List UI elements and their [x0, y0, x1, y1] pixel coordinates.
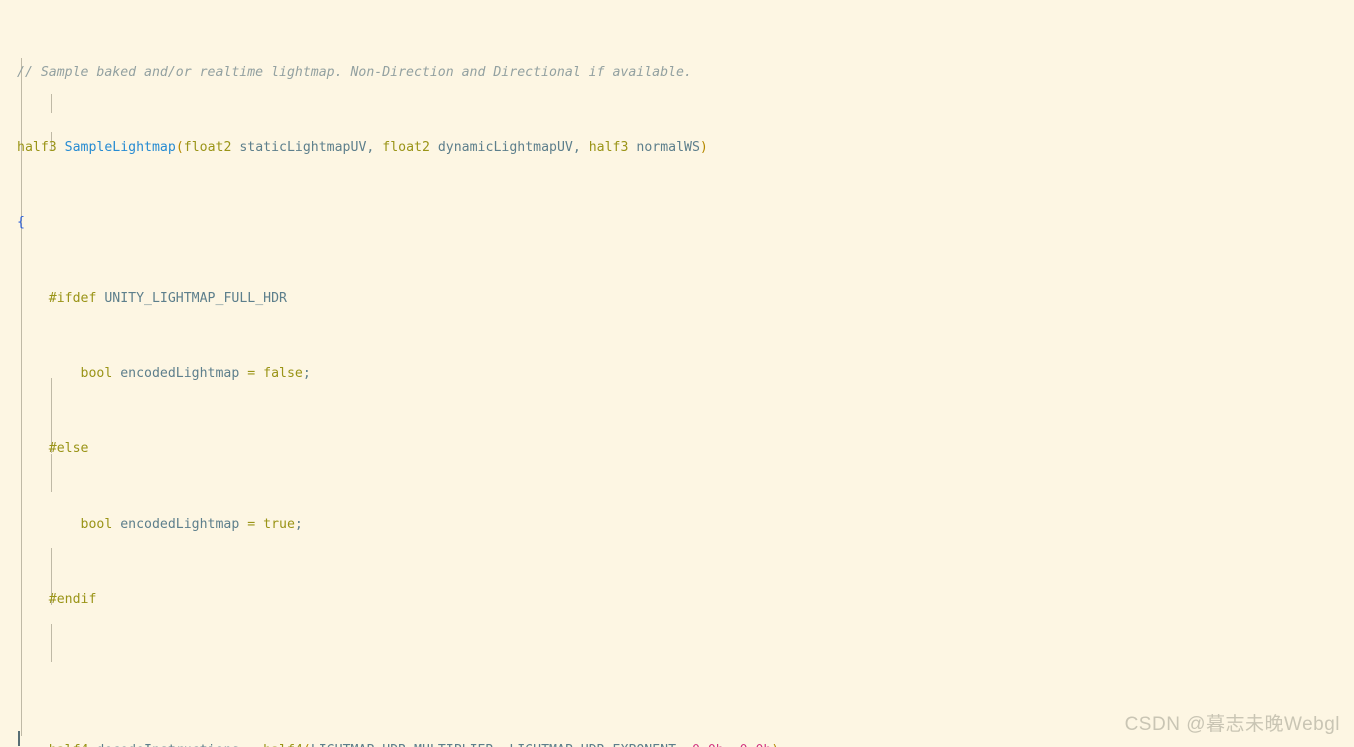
code-token-preprocessor: #endif: [17, 592, 97, 608]
code-token-keyword: true: [255, 516, 295, 532]
code-line[interactable]: half3 SampleLightmap(float2 staticLightm…: [0, 139, 1354, 158]
code-token-comma: ,: [366, 139, 383, 155]
code-line[interactable]: // Sample baked and/or realtime lightmap…: [0, 64, 1354, 83]
code-line-blank[interactable]: [0, 667, 1354, 686]
csdn-watermark: CSDN @暮志未晚Webgl: [1124, 714, 1340, 735]
code-token-paren: (: [175, 139, 184, 155]
code-token-macro: UNITY_LIGHTMAP_FULL_HDR: [96, 290, 287, 306]
code-token-function: SampleLightmap: [64, 139, 176, 155]
code-content[interactable]: // Sample baked and/or realtime lightmap…: [0, 7, 1354, 747]
code-token-comment: // Sample baked and/or realtime lightmap…: [17, 64, 692, 80]
code-token-comma: ,: [724, 743, 740, 747]
code-token-semicolon: ;: [302, 366, 311, 382]
code-token-identifier: staticLightmapUV: [231, 139, 367, 155]
code-token-macro: LIGHTMAP_HDR_MULTIPLIER: [311, 743, 494, 747]
code-token-preprocessor: #else: [17, 441, 89, 457]
code-line[interactable]: #ifdef UNITY_LIGHTMAP_FULL_HDR: [0, 290, 1354, 309]
code-token-keyword: false: [255, 366, 303, 382]
code-token-comma: ,: [676, 743, 692, 747]
code-token-brace: {: [17, 215, 25, 231]
code-token-number: 0.0h: [692, 743, 724, 747]
code-token-type: half4: [255, 743, 303, 747]
code-token-identifier: encodedLightmap: [112, 516, 248, 532]
code-token-number: 0.0h: [740, 743, 772, 747]
code-token-type: half4: [17, 743, 89, 747]
code-line[interactable]: #endif: [0, 591, 1354, 610]
code-token-comma: ,: [493, 743, 509, 747]
code-token-type: bool: [17, 516, 113, 532]
code-token-type: float2: [183, 139, 232, 155]
code-token-type: half3: [17, 139, 57, 155]
text-caret: [18, 731, 20, 746]
code-token-comma: ,: [572, 139, 589, 155]
code-token-identifier: decodeInstructions: [88, 743, 247, 747]
code-line[interactable]: #else: [0, 440, 1354, 459]
code-token-type: half3: [588, 139, 629, 155]
code-line[interactable]: bool encodedLightmap = true;: [0, 516, 1354, 535]
code-token-preprocessor: #ifdef: [17, 290, 97, 306]
code-token-macro: LIGHTMAP_HDR_EXPONENT: [509, 743, 676, 747]
code-token-paren: ): [699, 139, 708, 155]
code-line[interactable]: bool encodedLightmap = false;: [0, 365, 1354, 384]
code-token-identifier: encodedLightmap: [112, 366, 248, 382]
code-token-identifier: dynamicLightmapUV: [429, 139, 573, 155]
code-line[interactable]: half4 decodeInstructions = half4(LIGHTMA…: [0, 742, 1354, 747]
code-token-type: bool: [17, 366, 113, 382]
code-token-type: float2: [382, 139, 430, 155]
code-line[interactable]: {: [0, 214, 1354, 233]
code-editor[interactable]: // Sample baked and/or realtime lightmap…: [0, 0, 1354, 747]
code-token-paren: (: [303, 743, 311, 747]
code-token-semicolon: ;: [294, 516, 303, 532]
code-token-identifier: normalWS: [628, 139, 700, 155]
code-token-semicolon: ;: [779, 743, 787, 747]
